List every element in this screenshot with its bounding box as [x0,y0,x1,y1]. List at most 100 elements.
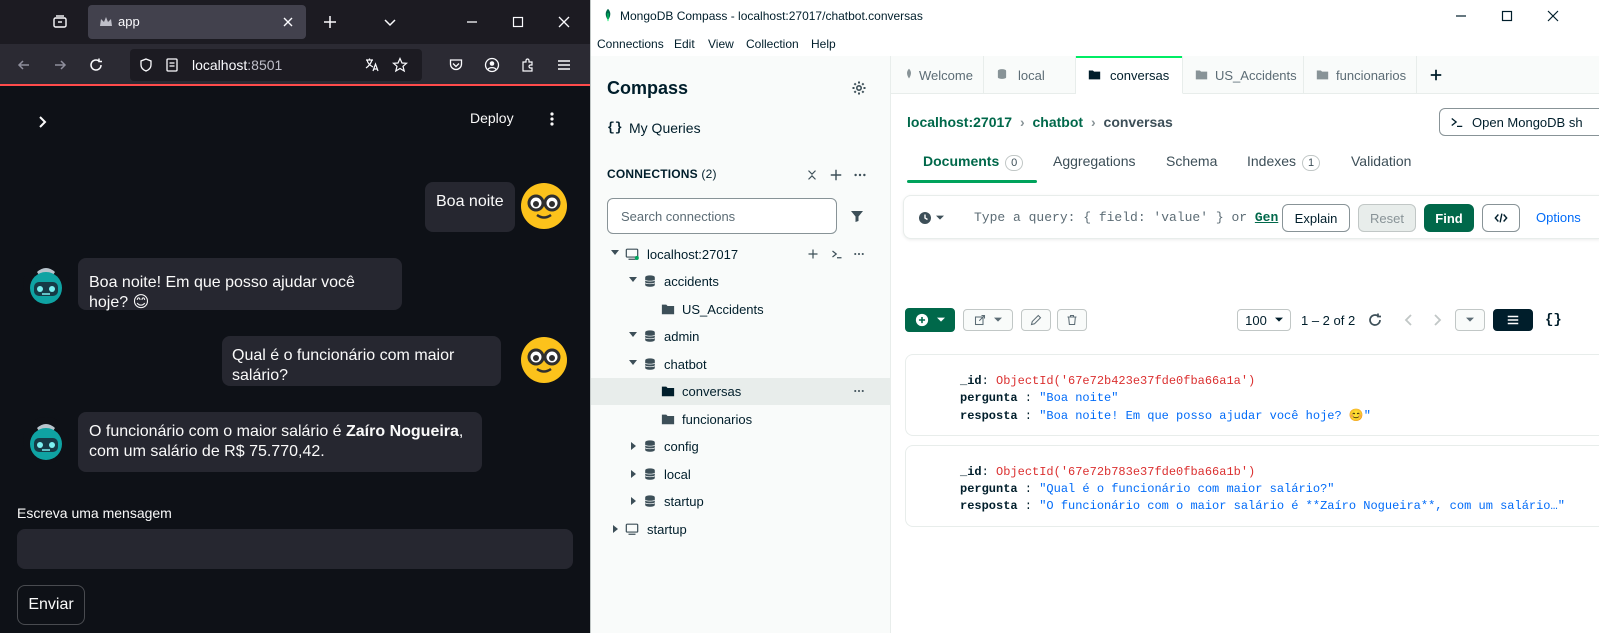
caret-down-icon[interactable] [629,277,637,282]
menu-connections[interactable]: Connections [597,37,664,51]
tree-collection-conversas[interactable]: conversas [591,378,891,405]
tree-connection-startup[interactable]: startup [591,516,891,543]
previous-page-icon[interactable] [1401,312,1417,328]
window-title: MongoDB Compass - localhost:27017/chatbo… [620,9,923,23]
tab-welcome[interactable]: Welcome [891,56,984,94]
search-connections-input[interactable]: Search connections [607,198,837,234]
query-history-caret-icon[interactable] [936,215,944,221]
new-tab-plus-icon[interactable] [1429,68,1443,82]
sidebar-item-my-queries[interactable]: My Queries [629,120,701,136]
page-size-select[interactable]: 100 [1237,309,1291,331]
tree-database-admin[interactable]: admin [591,323,891,350]
bookmark-star-icon[interactable] [388,53,412,77]
list-tabs-chevron-icon[interactable] [378,10,402,34]
json-view-braces-icon[interactable]: {} [1545,312,1562,328]
subtab-indexes[interactable]: Indexes 1 [1247,153,1321,171]
translate-icon[interactable] [360,53,384,77]
shield-icon[interactable] [134,53,158,77]
menu-hamburger-icon[interactable] [552,53,576,77]
connections-more-icon[interactable] [853,168,867,182]
breadcrumb-host[interactable]: localhost:27017 [907,114,1012,130]
connection-more-icon[interactable] [853,248,865,260]
tab-local[interactable]: local [984,56,1076,94]
subtab-documents[interactable]: Documents 0 [923,153,1024,171]
tree-connection-localhost[interactable]: localhost:27017 [591,241,891,268]
menu-collection[interactable]: Collection [746,37,799,51]
list-view-icon[interactable] [1493,309,1533,331]
close-tab-icon[interactable] [276,10,300,34]
maximize-icon[interactable] [1499,8,1515,24]
menu-help[interactable]: Help [811,37,836,51]
tree-database-startup[interactable]: startup [591,488,891,515]
caret-right-icon[interactable] [631,497,636,505]
message-input[interactable] [17,529,573,569]
caret-right-icon[interactable] [631,442,636,450]
query-history-clock-icon[interactable] [918,210,934,226]
extensions-icon[interactable] [516,53,540,77]
subtab-validation[interactable]: Validation [1351,153,1411,169]
caret-right-icon[interactable] [613,525,618,533]
reload-icon[interactable] [84,53,108,77]
menu-edit[interactable]: Edit [674,37,695,51]
minimize-icon[interactable] [1453,8,1469,24]
tab-conversas[interactable]: conversas [1076,56,1183,94]
tab-manager-icon[interactable] [48,10,72,34]
main-menu-kebab-icon[interactable] [540,107,564,131]
refresh-icon[interactable] [1367,312,1383,328]
forward-icon[interactable] [48,53,72,77]
add-connection-plus-icon[interactable] [829,168,843,182]
pocket-icon[interactable] [444,53,468,77]
subtab-aggregations[interactable]: Aggregations [1053,153,1136,169]
collection-more-icon[interactable] [853,385,865,397]
open-shell-terminal-icon[interactable] [831,248,843,260]
tree-database-chatbot[interactable]: chatbot [591,351,891,378]
tab-funcionarios[interactable]: funcionarios [1304,56,1417,94]
send-button[interactable]: Enviar [17,585,85,625]
query-options-link[interactable]: Options [1536,210,1581,225]
browser-tab-app[interactable]: app [88,5,306,39]
filter-funnel-icon[interactable] [849,208,865,224]
tree-collection-funcionarios[interactable]: funcionarios [591,406,891,433]
page-info-icon[interactable] [160,53,184,77]
expand-sidebar-chevron-icon[interactable] [30,110,54,134]
subtab-schema[interactable]: Schema [1166,153,1217,169]
query-input[interactable]: Type a query: { field: 'value' } or Gen [974,210,1278,225]
reset-button[interactable]: Reset [1358,204,1416,232]
settings-gear-icon[interactable] [851,80,867,96]
document-card[interactable]: _id: ObjectId('67e72b783e37fde0fba66a1b'… [905,445,1599,527]
tree-database-local[interactable]: local [591,461,891,488]
create-database-plus-icon[interactable] [807,248,819,260]
collapse-all-icon[interactable] [805,168,819,182]
export-data-button[interactable] [963,309,1013,331]
tree-collection-us-accidents[interactable]: US_Accidents [591,296,891,323]
back-icon[interactable] [12,53,36,77]
url-bar[interactable]: localhost:8501 [130,49,422,81]
caret-down-icon[interactable] [611,250,619,255]
minimize-icon[interactable] [460,10,484,34]
export-code-icon[interactable] [1482,204,1520,232]
view-options-dropdown[interactable] [1455,309,1485,331]
tab-us-accidents[interactable]: US_Accidents [1183,56,1304,94]
caret-right-icon[interactable] [631,470,636,478]
tree-database-accidents[interactable]: accidents [591,268,891,295]
add-data-button[interactable] [905,308,955,332]
maximize-icon[interactable] [506,10,530,34]
account-icon[interactable] [480,53,504,77]
explain-button[interactable]: Explain [1282,204,1350,232]
open-mongodb-shell-button[interactable]: Open MongoDB sh [1439,108,1599,136]
delete-documents-trash-icon[interactable] [1057,309,1087,331]
next-page-icon[interactable] [1429,312,1445,328]
caret-down-icon[interactable] [629,360,637,365]
document-card[interactable]: _id: ObjectId('67e72b423e37fde0fba66a1a'… [905,354,1599,436]
menu-view[interactable]: View [708,37,734,51]
close-window-icon[interactable] [552,10,576,34]
update-documents-pencil-icon[interactable] [1021,309,1051,331]
deploy-button[interactable]: Deploy [470,110,514,126]
new-tab-icon[interactable] [318,10,342,34]
breadcrumb-db[interactable]: chatbot [1033,114,1084,130]
close-window-icon[interactable] [1545,8,1561,24]
find-button[interactable]: Find [1424,204,1474,232]
generate-query-link[interactable]: Gen [1255,210,1278,225]
tree-database-config[interactable]: config [591,433,891,460]
caret-down-icon[interactable] [629,332,637,337]
